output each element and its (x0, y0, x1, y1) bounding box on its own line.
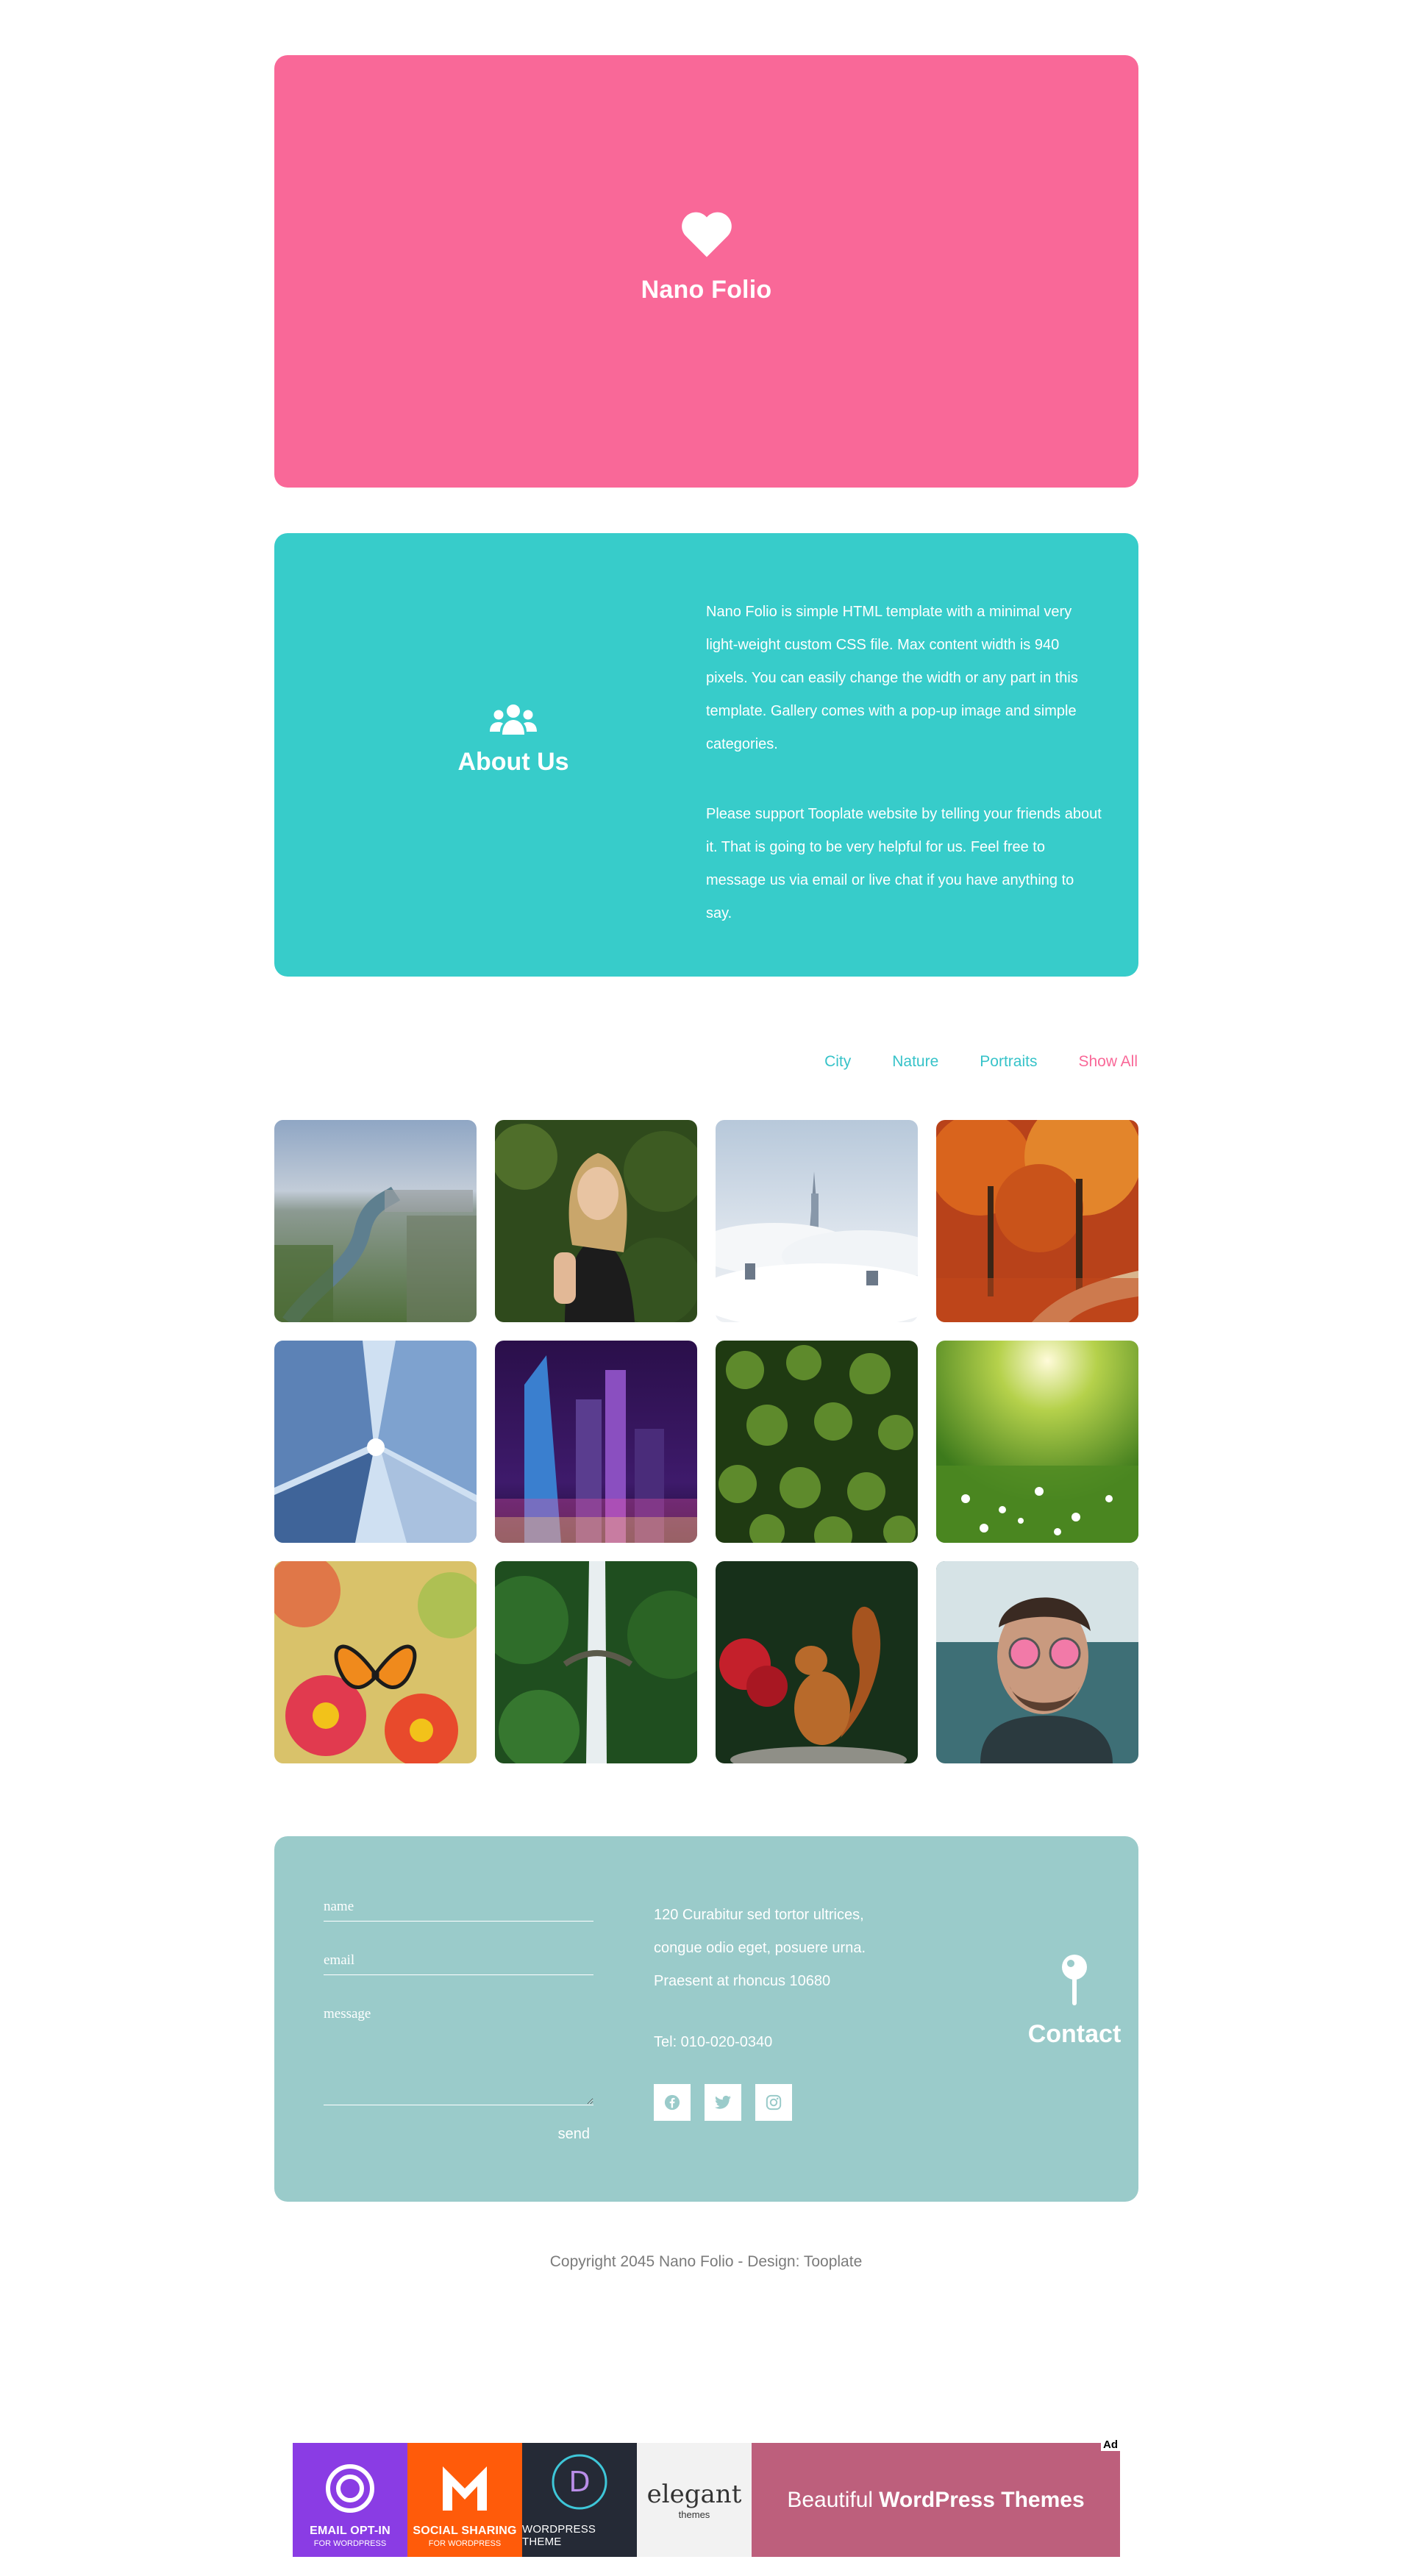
monarch-logo-icon (443, 2466, 487, 2511)
name-field[interactable] (324, 1899, 593, 1922)
waterfall-bridge-image (495, 1561, 697, 1763)
filter-city[interactable]: City (824, 1053, 851, 1071)
gallery-item-forest-aerial-trees[interactable] (716, 1341, 918, 1543)
gallery-filter-nav: City Nature Portraits Show All (783, 1053, 1138, 1071)
filter-portraits[interactable]: Portraits (980, 1053, 1037, 1071)
instagram-icon (766, 2094, 782, 2111)
divi-logo-icon: D (552, 2454, 607, 2510)
hero-banner: Nano Folio (274, 55, 1138, 488)
butterfly-on-flowers-image (274, 1561, 477, 1763)
contact-form: send (324, 1899, 593, 2143)
address-line: congue odio eget, posuere urna. (654, 1940, 866, 1956)
email-field[interactable] (324, 1952, 593, 1975)
gallery-item-city-night-skyline[interactable] (495, 1341, 697, 1543)
twitter-icon (715, 2095, 731, 2109)
autumn-forest-path-image (936, 1120, 1138, 1322)
gallery-item-city-river-aerial[interactable] (274, 1120, 477, 1322)
gallery-item-man-pink-sunglasses[interactable] (936, 1561, 1138, 1763)
address-line: Praesent at rhoncus 10680 (654, 1973, 831, 1989)
contact-title: Contact (1027, 2020, 1122, 2048)
ad-headline[interactable]: Beautiful WordPress Themes (752, 2443, 1120, 2557)
about-section: About Us Nano Folio is simple HTML templ… (274, 533, 1138, 977)
gallery-grid (274, 1120, 1138, 1763)
ad-logo-text: elegant (646, 2480, 742, 2509)
red-squirrel-image (716, 1561, 918, 1763)
gallery-item-sunny-meadow-flowers[interactable] (936, 1341, 1138, 1543)
gallery-item-woman-forest-portrait[interactable] (495, 1120, 697, 1322)
about-paragraph: Please support Tooplate website by telli… (706, 806, 1102, 921)
ad-social-sharing[interactable]: SOCIAL SHARING FOR WORDPRESS (407, 2443, 522, 2557)
ad-banner[interactable]: Ad EMAIL OPT-IN FOR WORDPRESS SOCIAL SHA… (293, 2438, 1120, 2557)
gallery-item-autumn-forest-path[interactable] (936, 1120, 1138, 1322)
filter-nature[interactable]: Nature (892, 1053, 938, 1071)
about-title: About Us (457, 748, 569, 776)
ad-headline-light: Beautiful (787, 2487, 874, 2512)
copyright-text: Copyright 2045 Nano Folio - Design: Toop… (549, 2253, 863, 2270)
ad-headline-bold: WordPress Themes (879, 2487, 1085, 2512)
contact-section: send 120 Curabitur sed tortor ultrices, … (274, 1836, 1138, 2202)
sunny-meadow-flowers-image (936, 1341, 1138, 1543)
gallery-item-city-above-clouds[interactable] (716, 1120, 918, 1322)
skyscrapers-looking-up-image (274, 1341, 477, 1543)
ad-label: WORDPRESS THEME (522, 2523, 596, 2548)
ad-divi-theme[interactable]: D WORDPRESS THEME (522, 2443, 637, 2557)
gallery-item-red-squirrel[interactable] (716, 1561, 918, 1763)
contact-info: 120 Curabitur sed tortor ultrices, congu… (654, 1899, 933, 2121)
site-title: Nano Folio (641, 276, 772, 304)
ad-label: SOCIAL SHARING (413, 2525, 517, 2537)
gallery-item-skyscrapers-looking-up[interactable] (274, 1341, 477, 1543)
svg-text:D: D (568, 2466, 590, 2498)
send-button[interactable]: send (558, 2126, 590, 2143)
map-pin-icon (1062, 1955, 1087, 2005)
ad-label: EMAIL OPT-IN (310, 2525, 391, 2537)
gallery-item-butterfly-on-flowers[interactable] (274, 1561, 477, 1763)
city-river-aerial-image (274, 1120, 477, 1322)
man-pink-sunglasses-image (936, 1561, 1138, 1763)
ad-sublabel: FOR WORDPRESS (313, 2539, 387, 2548)
phone-number: Tel: 010-020-0340 (654, 2034, 773, 2050)
users-icon (490, 704, 537, 735)
ad-elegant-themes[interactable]: elegant themes (637, 2443, 752, 2557)
about-paragraph: Nano Folio is simple HTML template with … (706, 604, 1078, 752)
facebook-link[interactable] (654, 2084, 691, 2121)
optin-logo-icon (326, 2464, 374, 2513)
gallery-item-waterfall-bridge[interactable] (495, 1561, 697, 1763)
about-text: Nano Folio is simple HTML template with … (706, 596, 1103, 930)
ad-email-optin[interactable]: EMAIL OPT-IN FOR WORDPRESS (293, 2443, 407, 2557)
filter-show-all[interactable]: Show All (1078, 1053, 1138, 1071)
facebook-icon (664, 2094, 680, 2111)
heart-icon (681, 212, 732, 257)
ad-badge: Ad (1101, 2438, 1120, 2451)
forest-aerial-trees-image (716, 1341, 918, 1543)
message-field[interactable] (324, 2006, 593, 2105)
ad-sublabel: themes (678, 2509, 710, 2520)
city-night-skyline-image (495, 1341, 697, 1543)
twitter-link[interactable] (705, 2084, 741, 2121)
city-above-clouds-image (716, 1120, 918, 1322)
address-line: 120 Curabitur sed tortor ultrices, (654, 1907, 864, 1923)
ad-sublabel: FOR WORDPRESS (428, 2539, 502, 2548)
woman-forest-portrait-image (495, 1120, 697, 1322)
social-links (654, 2084, 933, 2121)
instagram-link[interactable] (755, 2084, 792, 2121)
